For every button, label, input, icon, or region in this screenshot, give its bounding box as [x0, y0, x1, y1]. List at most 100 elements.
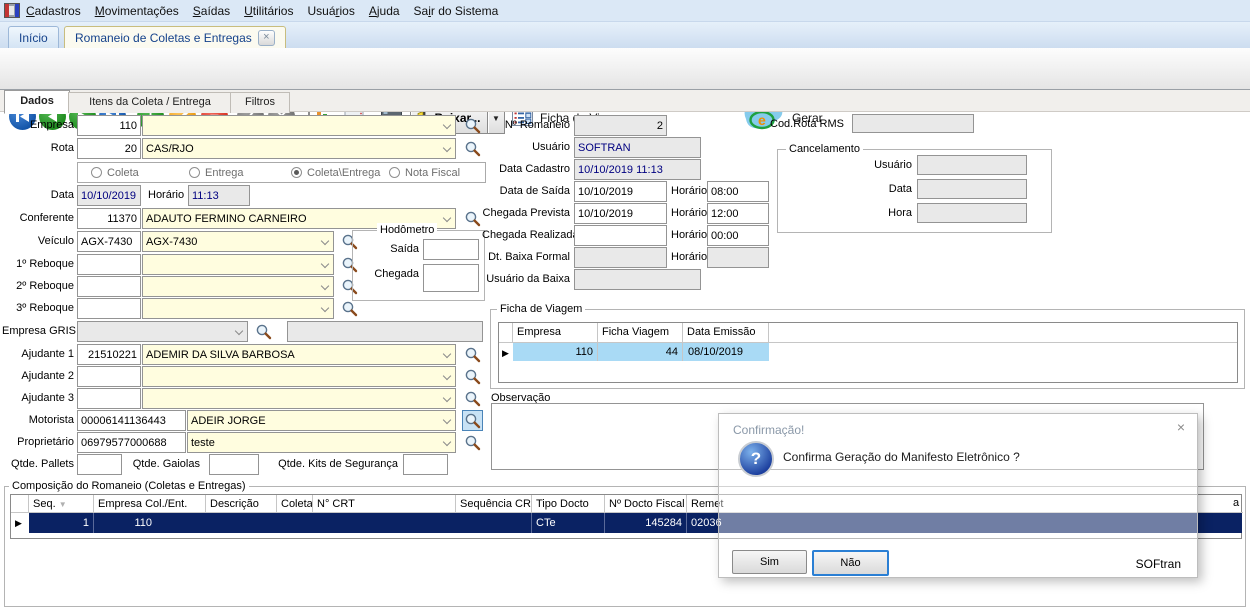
question-icon: ?: [738, 441, 774, 477]
empresa-code-field[interactable]: 110: [77, 115, 141, 136]
chegada-realizada-field[interactable]: [574, 225, 667, 246]
ajudante3-label: Ajudante 3: [2, 388, 74, 409]
tab-itens-coleta-entrega[interactable]: Itens da Coleta / Entrega: [68, 92, 232, 113]
dialog-close-icon[interactable]: ×: [1177, 420, 1185, 434]
qtde-pallets-field[interactable]: [77, 454, 122, 475]
rota-combo[interactable]: CAS/RJO: [142, 138, 456, 159]
rota-search-icon[interactable]: [463, 139, 482, 158]
reboque3-combo[interactable]: [142, 298, 334, 319]
radio-nota-fiscal[interactable]: [389, 167, 400, 178]
romaneio-field: 2: [574, 115, 667, 136]
ajudante3-combo[interactable]: [142, 388, 456, 409]
ficha-col-ficha-viagem[interactable]: Ficha Viagem: [598, 323, 683, 343]
conferente-code-field[interactable]: 11370: [77, 208, 141, 229]
radio-entrega-label: Entrega: [205, 163, 244, 184]
motorista-combo[interactable]: ADEIR JORGE: [187, 410, 456, 431]
proprietario-search-icon[interactable]: [463, 433, 482, 452]
reboque2-combo[interactable]: [142, 276, 334, 297]
sort-icon: ▼: [59, 500, 67, 509]
usuario-baixa-label: Usuário da Baixa: [482, 269, 570, 290]
proprietario-combo[interactable]: teste: [187, 432, 456, 453]
compo-col-partial: a: [1233, 494, 1239, 512]
menu-cadastros[interactable]: Cadastros: [26, 4, 81, 18]
menu-utilitarios[interactable]: Utilitários: [244, 4, 293, 18]
reboque1-label: 1º Reboque: [2, 254, 74, 275]
menu-usuarios[interactable]: Usuários: [307, 4, 354, 18]
compo-col-descricao[interactable]: Descrição: [206, 495, 277, 513]
cancelamento-data-field: [917, 179, 1027, 199]
menu-sair-do-sistema[interactable]: Sair do Sistema: [414, 4, 499, 18]
hodometro-saida-field[interactable]: [423, 239, 479, 260]
dt-baixa-horario-field: [707, 247, 769, 268]
ajudante1-search-icon[interactable]: [463, 345, 482, 364]
reboque2-code-field[interactable]: [77, 276, 141, 297]
compo-col-seq[interactable]: Seq. ▼: [29, 495, 94, 513]
qtde-kits-field[interactable]: [403, 454, 448, 475]
compo-row-seq: 1: [29, 513, 94, 533]
empresa-combo[interactable]: [142, 115, 456, 136]
compo-row-empresa: 110: [94, 513, 156, 533]
chegada-prevista-horario-field[interactable]: 12:00: [707, 203, 769, 224]
tab-inicio[interactable]: Início: [8, 26, 59, 48]
chegada-prevista-field[interactable]: 10/10/2019: [574, 203, 667, 224]
rota-code-field[interactable]: 20: [77, 138, 141, 159]
data-cadastro-label: Data Cadastro: [482, 159, 570, 180]
empresa-gris-search-icon[interactable]: [254, 322, 273, 341]
compo-col-docto-fiscal[interactable]: Nº Docto Fiscal: [605, 495, 687, 513]
ficha-row-data[interactable]: 08/10/2019: [683, 343, 769, 361]
reboque3-search-icon[interactable]: [340, 299, 359, 318]
ajudante3-search-icon[interactable]: [463, 389, 482, 408]
ficha-gutter-header: [499, 323, 513, 343]
ajudante3-code-field[interactable]: [77, 388, 141, 409]
ajudante2-combo[interactable]: [142, 366, 456, 387]
menu-movimentacoes[interactable]: Movimentações: [95, 4, 179, 18]
proprietario-code-field[interactable]: 06979577000688: [77, 432, 186, 453]
chegada-realizada-horario-field[interactable]: 00:00: [707, 225, 769, 246]
ajudante1-code-field[interactable]: 21510221: [77, 344, 141, 365]
radio-coleta[interactable]: [91, 167, 102, 178]
motorista-code-field[interactable]: 00006141136443: [77, 410, 186, 431]
veiculo-combo[interactable]: AGX-7430: [142, 231, 334, 252]
ficha-row-ficha[interactable]: 44: [598, 343, 683, 361]
data-saida-horario-field[interactable]: 08:00: [707, 181, 769, 202]
application-window: Cadastros Movimentações Saídas Utilitári…: [0, 0, 1250, 608]
tab-romaneio[interactable]: Romaneio de Coletas e Entregas ×: [64, 26, 286, 48]
data-saida-field[interactable]: 10/10/2019: [574, 181, 667, 202]
cancelamento-usuario-label: Usuário: [836, 155, 912, 176]
sim-button[interactable]: Sim: [732, 550, 807, 574]
compo-col-coleta[interactable]: Coleta: [277, 495, 313, 513]
radio-nota-fiscal-label: Nota Fiscal: [405, 163, 460, 184]
tab-dados[interactable]: Dados: [4, 90, 70, 114]
menu-ajuda[interactable]: Ajuda: [369, 4, 400, 18]
empresa-gris-label: Empresa GRIS: [2, 321, 74, 342]
tab-close-icon[interactable]: ×: [258, 30, 275, 46]
tab-filtros[interactable]: Filtros: [230, 92, 290, 113]
conferente-search-icon[interactable]: [463, 209, 482, 228]
radio-coleta-label: Coleta: [107, 163, 139, 184]
menu-saidas[interactable]: Saídas: [193, 4, 230, 18]
compo-col-sequencia-crt[interactable]: Sequência CRT: [456, 495, 532, 513]
ajudante2-search-icon[interactable]: [463, 367, 482, 386]
app-icon: [4, 3, 20, 18]
radio-coleta-entrega[interactable]: [291, 167, 302, 178]
ficha-row-empresa[interactable]: 110: [513, 343, 598, 361]
compo-col-empresa[interactable]: Empresa Col./Ent.: [94, 495, 206, 513]
radio-entrega[interactable]: [189, 167, 200, 178]
ficha-col-empresa[interactable]: Empresa: [513, 323, 598, 343]
nao-button[interactable]: Não: [812, 550, 889, 576]
qtde-gaiolas-field[interactable]: [209, 454, 259, 475]
reboque3-code-field[interactable]: [77, 298, 141, 319]
reboque1-combo[interactable]: [142, 254, 334, 275]
cancelamento-hora-field: [917, 203, 1027, 223]
reboque1-code-field[interactable]: [77, 254, 141, 275]
ajudante1-combo[interactable]: ADEMIR DA SILVA BARBOSA: [142, 344, 456, 365]
ajudante2-code-field[interactable]: [77, 366, 141, 387]
veiculo-code-field[interactable]: AGX-7430: [77, 231, 141, 252]
hodometro-chegada-field[interactable]: [423, 264, 479, 292]
compo-col-tipo-docto[interactable]: Tipo Docto: [532, 495, 605, 513]
motorista-search-icon[interactable]: [462, 410, 483, 431]
empresa-search-icon[interactable]: [463, 116, 482, 135]
ficha-col-data-emissao[interactable]: Data Emissão: [683, 323, 769, 343]
compo-row-spacer: [156, 513, 532, 533]
compo-col-crt[interactable]: N° CRT: [313, 495, 456, 513]
